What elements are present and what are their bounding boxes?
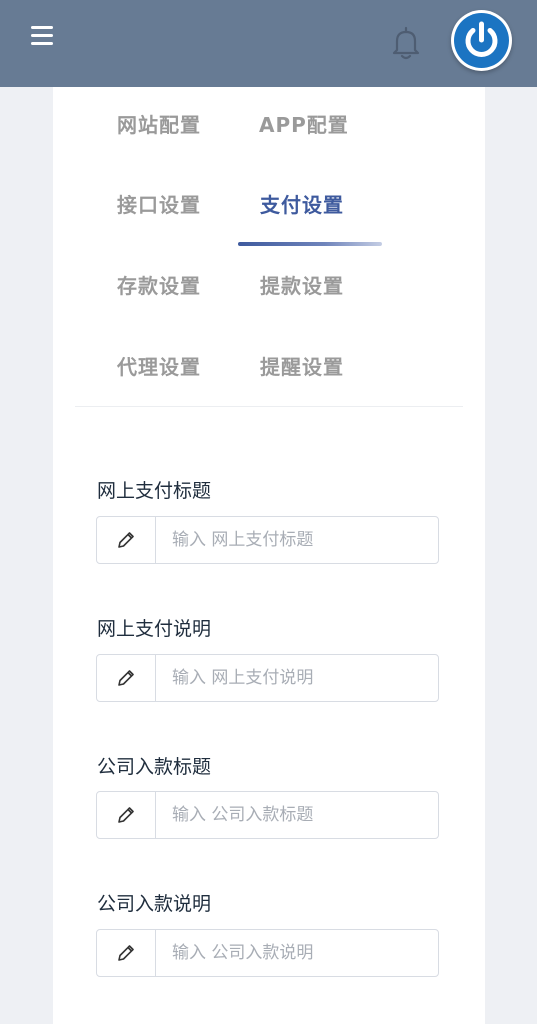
tab-reminder-settings[interactable]: 提醒设置	[260, 351, 344, 380]
tab-app-config[interactable]: APP配置	[259, 109, 349, 138]
bell-icon[interactable]	[389, 25, 423, 61]
field-label-online-pay-title: 网上支付标题	[97, 480, 212, 502]
power-icon	[454, 13, 509, 68]
tab-payment-settings[interactable]: 支付设置	[260, 189, 344, 218]
tabs-divider	[75, 406, 463, 407]
active-tab-indicator	[238, 242, 382, 246]
online-pay-title-input[interactable]	[156, 517, 434, 563]
online-pay-desc-group	[96, 654, 439, 702]
tab-website-config[interactable]: 网站配置	[117, 109, 201, 138]
company-deposit-title-group	[96, 791, 439, 839]
company-deposit-desc-group	[96, 929, 439, 977]
hamburger-icon[interactable]	[31, 26, 53, 46]
company-deposit-title-input[interactable]	[156, 792, 434, 838]
pencil-icon	[97, 655, 156, 701]
company-deposit-desc-input[interactable]	[156, 930, 434, 976]
tab-interface-settings[interactable]: 接口设置	[117, 189, 201, 218]
top-navbar	[0, 0, 537, 87]
tab-agent-settings[interactable]: 代理设置	[117, 351, 201, 380]
power-button[interactable]	[451, 10, 512, 71]
pencil-icon	[97, 930, 156, 976]
pencil-icon	[97, 792, 156, 838]
online-pay-desc-input[interactable]	[156, 655, 434, 701]
pencil-icon	[97, 517, 156, 563]
field-label-company-deposit-desc: 公司入款说明	[97, 893, 212, 915]
field-label-online-pay-desc: 网上支付说明	[97, 618, 212, 640]
field-label-company-deposit-title: 公司入款标题	[97, 756, 212, 778]
tab-withdrawal-settings[interactable]: 提款设置	[260, 270, 344, 299]
settings-card: 网站配置 APP配置 接口设置 支付设置 存款设置 提款设置 代理设置 提醒设置…	[53, 87, 485, 1024]
tab-deposit-settings[interactable]: 存款设置	[117, 270, 201, 299]
online-pay-title-group	[96, 516, 439, 564]
